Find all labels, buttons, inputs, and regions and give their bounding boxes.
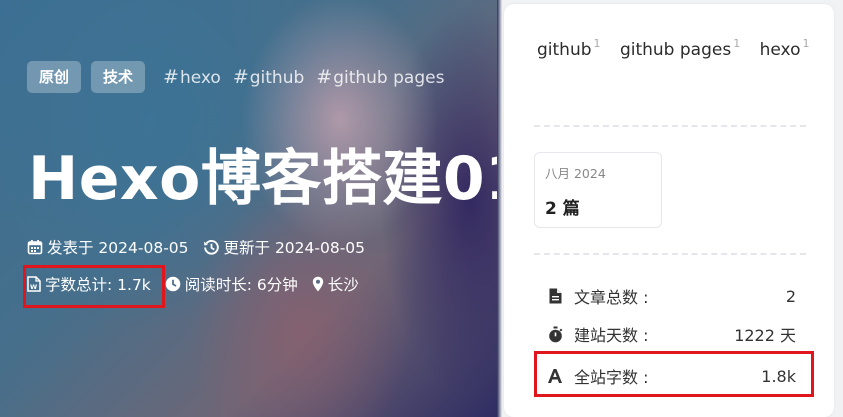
hashtag-github[interactable]: #github: [233, 66, 304, 88]
badge-original[interactable]: 原创: [27, 61, 82, 93]
hashtag-label: github pages: [333, 68, 445, 88]
published-text: 发表于 2024-08-05: [47, 239, 189, 257]
post-title: Hexo博客搭建01: [28, 144, 500, 214]
updated-text: 更新于 2024-08-05: [223, 239, 366, 257]
document-icon: [549, 288, 561, 304]
updated-date: 更新于 2024-08-05: [203, 236, 366, 258]
archive-item[interactable]: 八月 2024 2 篇: [534, 152, 662, 228]
published-date: 发表于 2024-08-05: [27, 236, 189, 258]
archive-count: 2 篇: [545, 199, 580, 219]
hashtag-hexo[interactable]: #hexo: [163, 66, 221, 88]
tag-label: hexo: [759, 40, 801, 60]
word-count-highlight: [23, 265, 165, 308]
tag-github-pages[interactable]: github pages 1: [620, 37, 740, 60]
reading-time-text: 阅读时长: 6分钟: [184, 276, 298, 294]
stat-label: 文章总数 :: [574, 288, 649, 307]
hashtag-github-pages[interactable]: #github pages: [316, 66, 444, 88]
archive-month: 八月 2024: [545, 166, 606, 181]
divider: [534, 253, 806, 255]
hashtag-label: hexo: [179, 68, 221, 88]
stat-site-days: 建站天数 : 1222 天: [546, 320, 796, 348]
tag-label: github pages: [619, 40, 732, 60]
post-hero: 原创 技术 #hexo #github #github pages Hexo博客…: [0, 0, 500, 417]
stopwatch-icon: [548, 326, 562, 342]
location: 长沙: [312, 273, 359, 295]
clock-icon: [165, 276, 181, 292]
history-icon: [203, 239, 219, 255]
post-badges: 原创 技术 #hexo #github #github pages: [27, 61, 448, 93]
hashtag-label: github: [249, 68, 305, 88]
tag-cloud: github 1 github pages 1 hexo 1: [537, 37, 827, 74]
stat-post-count: 文章总数 : 2: [546, 282, 796, 310]
tag-count: 1: [593, 37, 601, 50]
tag-label: github: [537, 40, 592, 60]
reading-time: 阅读时长: 6分钟: [165, 273, 298, 295]
map-marker-icon: [312, 276, 323, 292]
divider: [534, 125, 806, 127]
total-words-highlight: [534, 351, 814, 397]
location-text: 长沙: [327, 276, 359, 294]
calendar-icon: [27, 240, 43, 255]
badge-tech[interactable]: 技术: [91, 61, 146, 93]
tag-hexo[interactable]: hexo 1: [760, 37, 810, 60]
tag-github[interactable]: github 1: [537, 37, 601, 60]
tag-count: 1: [802, 37, 810, 50]
stat-label: 建站天数 :: [574, 326, 649, 345]
stat-value: 2: [785, 286, 796, 306]
stat-value: 1222 天: [734, 326, 796, 345]
sidebar-card: github 1 github pages 1 hexo 1 八月 2024 2 篇 …: [504, 4, 834, 417]
post-dates: 发表于 2024-08-05 更新于 2024-08-05: [27, 236, 379, 258]
divider: [497, 0, 502, 417]
tag-count: 1: [733, 37, 741, 50]
